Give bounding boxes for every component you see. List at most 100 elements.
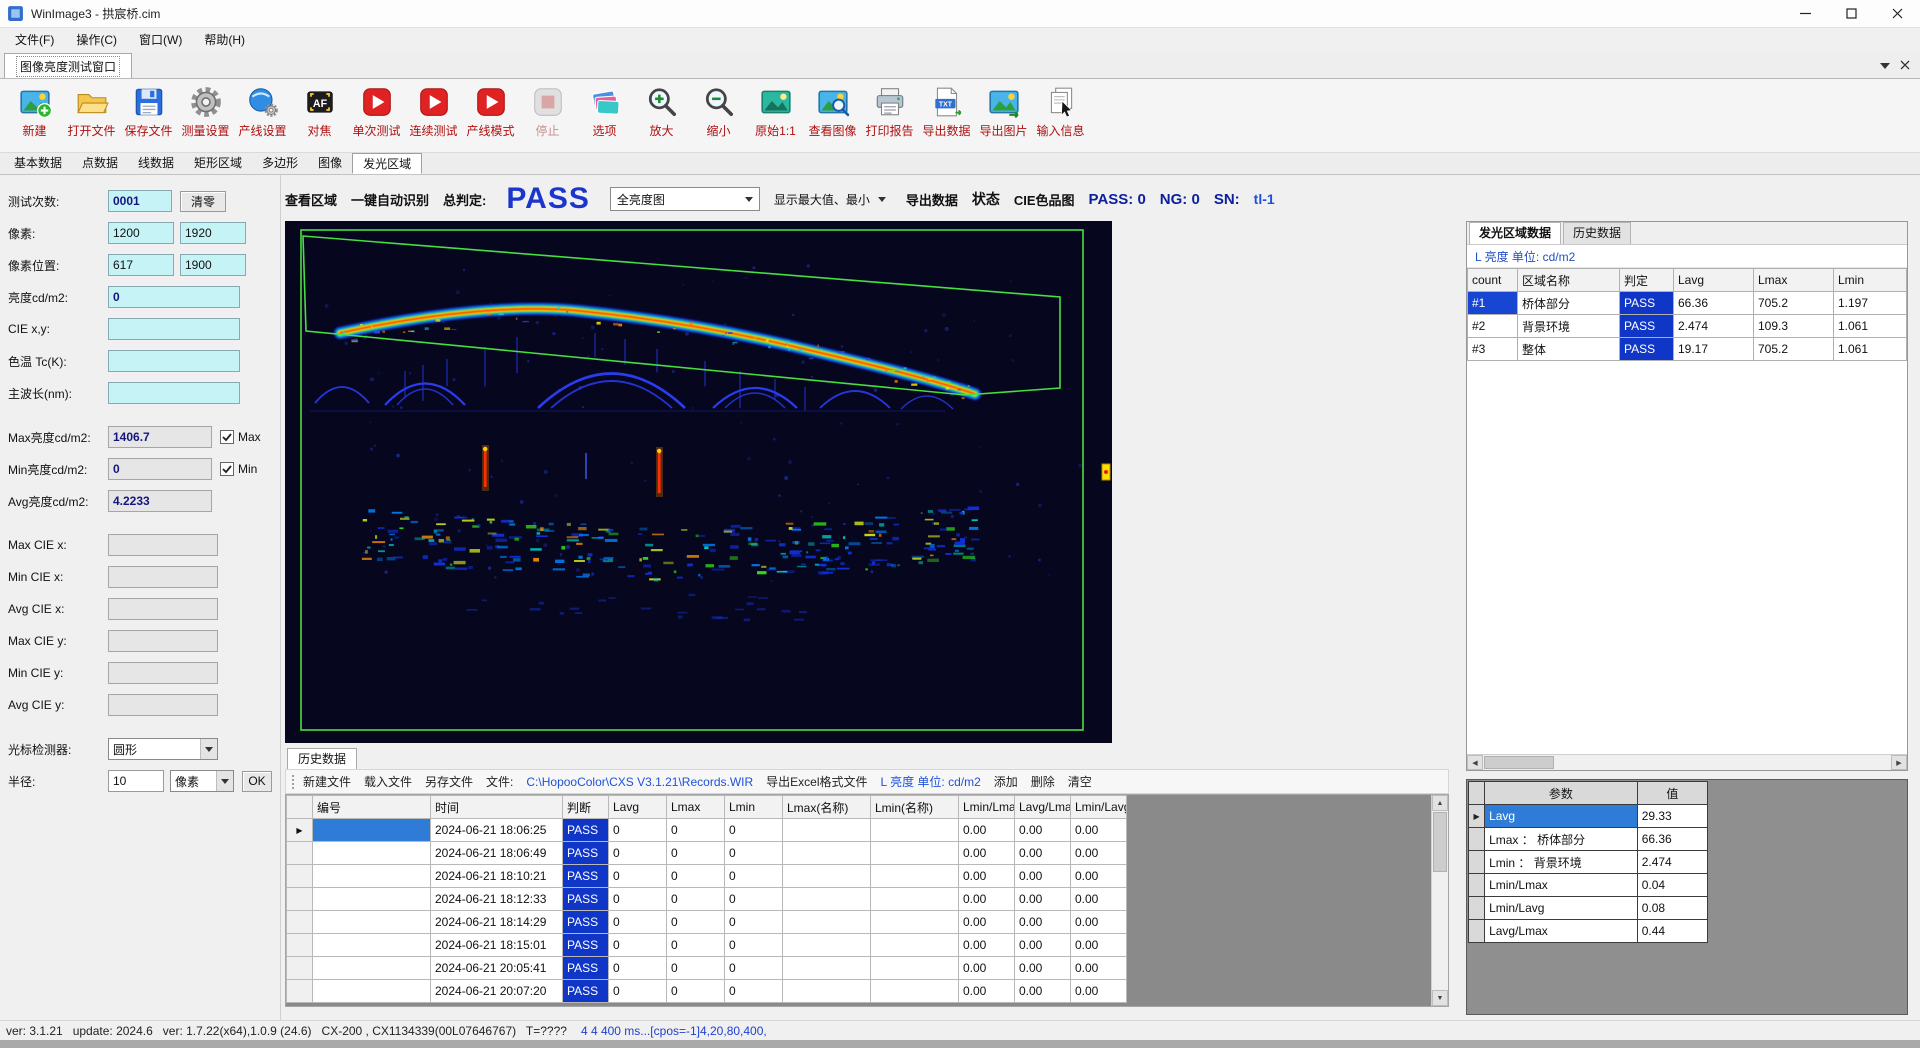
region-row[interactable]: #3 整体 PASS 19.17 705.2 1.061	[1468, 338, 1907, 361]
clear-history-button[interactable]: 清空	[1068, 773, 1092, 790]
tab-close-button[interactable]	[1900, 59, 1910, 73]
parameter-row[interactable]: Lavg 29.33	[1469, 805, 1708, 828]
save-file-button[interactable]: 保存文件	[120, 83, 177, 139]
export-image-button[interactable]: 导出图片	[975, 83, 1032, 139]
region-column-header[interactable]: Lmax	[1754, 269, 1834, 292]
options-button[interactable]: 选项	[576, 83, 633, 139]
luminance-image-area[interactable]	[285, 221, 1112, 743]
line-settings-button[interactable]: 产线设置	[234, 83, 291, 139]
scrollbar-thumb[interactable]	[1484, 756, 1554, 769]
region-column-header[interactable]: 判定	[1620, 269, 1674, 292]
history-column-header[interactable]: 时间	[431, 796, 563, 819]
history-row[interactable]: 2024-06-21 18:14:29 PASS 0 0 0 0.00 0.00…	[287, 911, 1433, 934]
scrollbar-thumb[interactable]	[1433, 812, 1447, 872]
history-column-header[interactable]: Lmax(名称)	[783, 796, 871, 819]
new-button[interactable]: 新建	[6, 83, 63, 139]
minimize-button[interactable]	[1782, 0, 1828, 27]
history-tab[interactable]: 历史数据	[287, 748, 357, 769]
scroll-right-icon[interactable]	[1891, 755, 1907, 770]
history-column-header[interactable]: Lmax	[667, 796, 725, 819]
menu-item[interactable]: 操作(C)	[65, 28, 128, 53]
close-button[interactable]	[1874, 0, 1920, 27]
subtab[interactable]: 发光区域	[352, 153, 422, 174]
parameter-row[interactable]: Lmax ： 桥体部分 66.36	[1469, 828, 1708, 851]
radius-unit-select[interactable]: 像素	[170, 770, 234, 792]
history-row[interactable]: 2024-06-21 18:06:25 PASS 0 0 0 0.00 0.00…	[287, 819, 1433, 842]
maximize-button[interactable]	[1828, 0, 1874, 27]
history-row[interactable]: 2024-06-21 18:10:21 PASS 0 0 0 0.00 0.00…	[287, 865, 1433, 888]
radius-value[interactable]: 10	[108, 770, 164, 792]
history-column-header[interactable]: 编号	[313, 796, 431, 819]
history-column-header[interactable]: 判断	[563, 796, 609, 819]
detector-select[interactable]: 圆形	[108, 738, 218, 760]
parameter-row[interactable]: Lmin ： 背景环境 2.474	[1469, 851, 1708, 874]
input-info-button[interactable]: 输入信息	[1032, 83, 1089, 139]
export-excel-button[interactable]: 导出Excel格式文件	[766, 773, 867, 790]
export-data-link[interactable]: 导出数据	[906, 190, 958, 209]
region-column-header[interactable]: 区域名称	[1518, 269, 1620, 292]
auto-detect-button[interactable]: 一键自动识别	[351, 190, 429, 209]
parameter-row[interactable]: Lmin/Lmax 0.04	[1469, 874, 1708, 897]
history-row[interactable]: 2024-06-21 20:05:41 PASS 0 0 0 0.00 0.00…	[287, 957, 1433, 980]
min-checkbox[interactable]	[220, 462, 234, 476]
line-mode-button[interactable]: 产线模式	[462, 83, 519, 139]
region-row[interactable]: #1 桥体部分 PASS 66.36 705.2 1.197	[1468, 292, 1907, 315]
print-report-button[interactable]: 打印报告	[861, 83, 918, 139]
single-test-button[interactable]: 单次测试	[348, 83, 405, 139]
view-image-button[interactable]: 查看图像	[804, 83, 861, 139]
menu-item[interactable]: 窗口(W)	[128, 28, 193, 53]
tab-image-luminance-test[interactable]: 图像亮度测试窗口	[4, 53, 132, 78]
brightness-mode-select[interactable]: 全亮度图	[610, 187, 760, 211]
region-panel-tab[interactable]: 发光区域数据	[1469, 222, 1561, 244]
region-column-header[interactable]: Lavg	[1674, 269, 1754, 292]
subtab[interactable]: 基本数据	[4, 153, 72, 174]
subtab[interactable]: 矩形区域	[184, 153, 252, 174]
history-column-header[interactable]: Lmin(名称)	[871, 796, 959, 819]
autofocus-button[interactable]: AF 对焦	[291, 83, 348, 139]
region-column-header[interactable]: Lmin	[1834, 269, 1907, 292]
history-column-header[interactable]: Lavg/Lmax	[1015, 796, 1071, 819]
subtab[interactable]: 多边形	[252, 153, 308, 174]
overlay-mode-select[interactable]: 显示最大值、最小	[774, 191, 892, 208]
menu-item[interactable]: 文件(F)	[4, 28, 65, 53]
history-row[interactable]: 2024-06-21 18:15:01 PASS 0 0 0 0.00 0.00…	[287, 934, 1433, 957]
zoom-in-button[interactable]: 放大	[633, 83, 690, 139]
tab-list-icon[interactable]	[1880, 63, 1890, 74]
load-file-button[interactable]: 载入文件	[364, 773, 412, 790]
history-row[interactable]: 2024-06-21 20:07:20 PASS 0 0 0 0.00 0.00…	[287, 980, 1433, 1003]
export-data-button[interactable]: TXT 导出数据	[918, 83, 975, 139]
stop-button[interactable]: 停止	[519, 83, 576, 139]
ok-button[interactable]: OK	[242, 771, 272, 792]
vertical-scrollbar[interactable]	[1431, 795, 1448, 1006]
region-panel-tab[interactable]: 历史数据	[1563, 222, 1631, 244]
add-button[interactable]: 添加	[994, 773, 1018, 790]
menu-item[interactable]: 帮助(H)	[193, 28, 256, 53]
original-size-button[interactable]: 原始1:1	[747, 83, 804, 139]
history-column-header[interactable]: Lmin/Lavg	[1071, 796, 1127, 819]
continuous-test-button[interactable]: 连续测试	[405, 83, 462, 139]
luminance-image[interactable]	[285, 221, 1112, 743]
subtab[interactable]: 图像	[308, 153, 352, 174]
region-column-header[interactable]: count	[1468, 269, 1518, 292]
history-row[interactable]: 2024-06-21 18:12:33 PASS 0 0 0 0.00 0.00…	[287, 888, 1433, 911]
history-column-header[interactable]: Lmin/Lmax	[959, 796, 1015, 819]
new-file-button[interactable]: 新建文件	[303, 773, 351, 790]
measure-settings-button[interactable]: 测量设置	[177, 83, 234, 139]
scroll-up-icon[interactable]	[1432, 795, 1448, 811]
parameter-row[interactable]: Lavg/Lmax 0.44	[1469, 920, 1708, 943]
subtab[interactable]: 点数据	[72, 153, 128, 174]
clear-button[interactable]: 清零	[180, 191, 226, 212]
scroll-down-icon[interactable]	[1432, 990, 1448, 1006]
history-column-header[interactable]: Lavg	[609, 796, 667, 819]
view-region-button[interactable]: 查看区域	[285, 190, 337, 209]
subtab[interactable]: 线数据	[128, 153, 184, 174]
max-checkbox[interactable]	[220, 430, 234, 444]
history-column-header[interactable]: Lmin	[725, 796, 783, 819]
open-file-button[interactable]: 打开文件	[63, 83, 120, 139]
cie-diagram-button[interactable]: CIE色品图	[1014, 190, 1075, 209]
zoom-out-button[interactable]: 缩小	[690, 83, 747, 139]
region-row[interactable]: #2 背景环境 PASS 2.474 109.3 1.061	[1468, 315, 1907, 338]
delete-button[interactable]: 删除	[1031, 773, 1055, 790]
parameter-row[interactable]: Lmin/Lavg 0.08	[1469, 897, 1708, 920]
scroll-left-icon[interactable]	[1467, 755, 1483, 770]
